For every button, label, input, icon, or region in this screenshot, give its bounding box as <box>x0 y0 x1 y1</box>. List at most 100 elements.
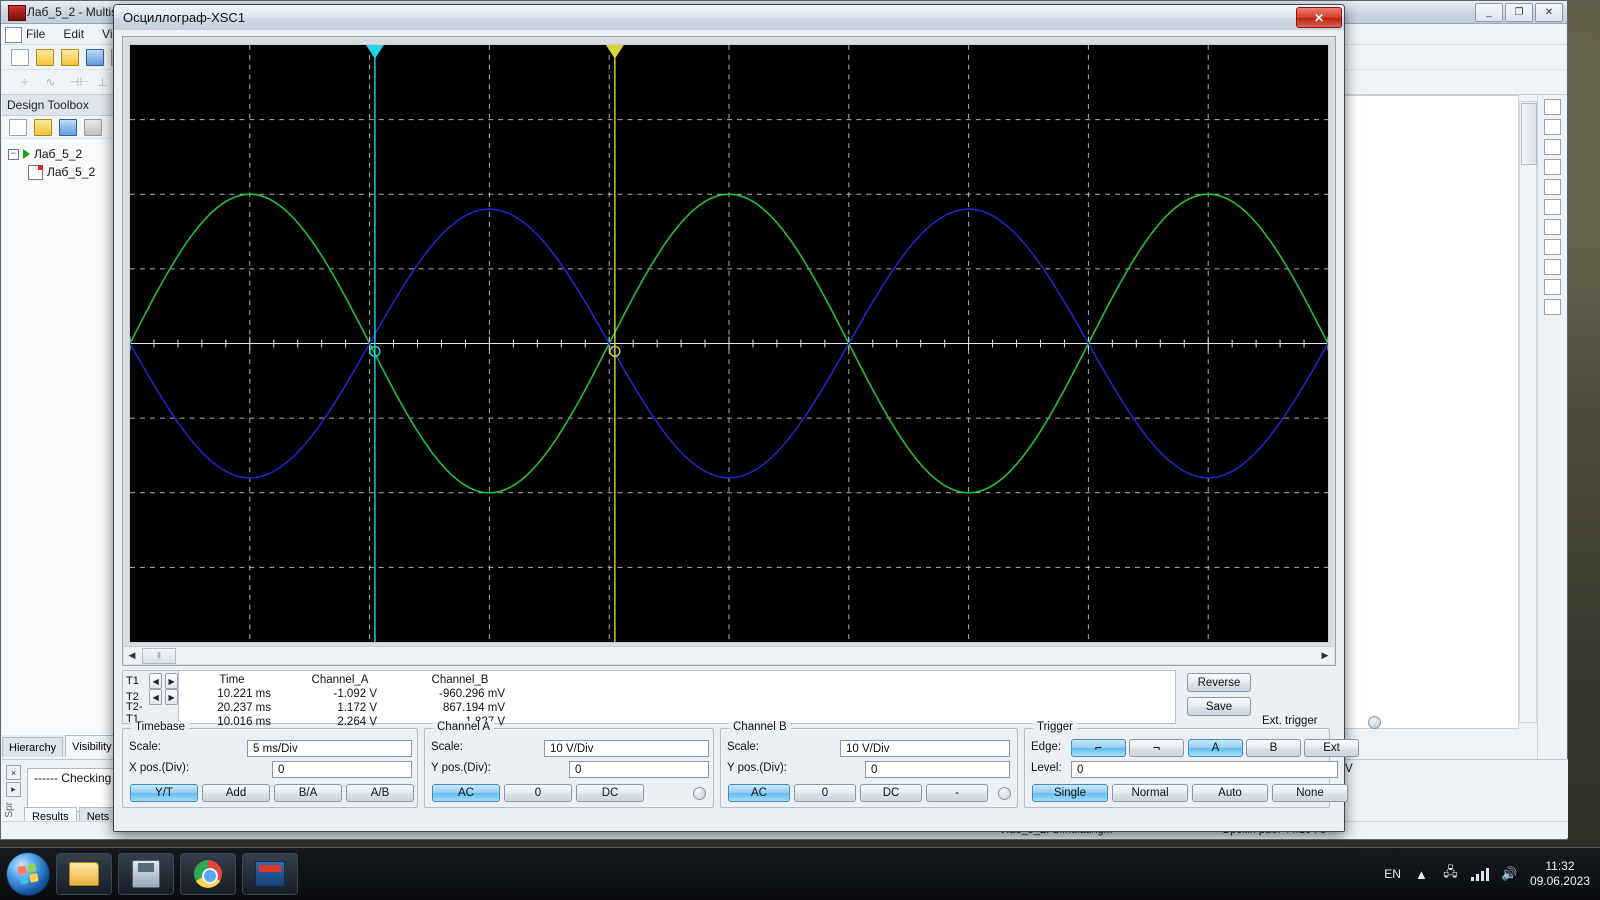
spreadsheet-collapse-button[interactable]: ▸ <box>6 782 21 797</box>
save-sheet-icon[interactable] <box>59 118 77 136</box>
mode-ab-button[interactable]: A/B <box>346 784 414 802</box>
mode-yt-button[interactable]: Y/T <box>130 784 198 802</box>
start-button[interactable] <box>6 852 50 896</box>
cursor-t1-left-button[interactable]: ◀ <box>149 673 163 689</box>
close-button[interactable]: ✕ <box>1535 2 1563 22</box>
channel-a-legend: Channel A <box>433 721 495 733</box>
volume-icon[interactable]: 🔊 <box>1501 866 1518 882</box>
language-indicator[interactable]: EN <box>1384 867 1401 881</box>
expander-icon[interactable]: − <box>8 148 19 160</box>
channel-a-ypos-field[interactable]: 0 <box>569 761 709 778</box>
open-sheet-icon[interactable] <box>34 118 52 136</box>
trigger-normal-button[interactable]: Normal <box>1112 784 1188 802</box>
header-time: Time <box>219 673 245 686</box>
timebase-xpos-field[interactable]: 0 <box>272 761 412 778</box>
taskbar-item-save-app[interactable] <box>118 853 174 895</box>
oscilloscope-titlebar: Осциллограф-XSC1 ✕ <box>114 5 1344 31</box>
trigger-single-button[interactable]: Single <box>1032 784 1108 802</box>
properties-icon[interactable] <box>84 118 102 136</box>
ground-icon[interactable]: ÷ <box>17 75 32 89</box>
place-component-icon[interactable] <box>1543 99 1561 115</box>
scrollbar-thumb[interactable] <box>1521 103 1537 165</box>
tab-hierarchy[interactable]: Hierarchy <box>2 737 64 757</box>
place-wire-icon[interactable] <box>1543 139 1561 155</box>
table-row: 20.237 ms 1.172 V 867.194 mV <box>179 701 525 715</box>
rising-edge-icon[interactable]: ⌐ <box>1071 739 1126 757</box>
spreadsheet-close-button[interactable]: × <box>6 765 21 780</box>
scroll-thumb[interactable]: ⦀ <box>142 647 176 664</box>
tab-visibility[interactable]: Visibility <box>65 735 119 757</box>
channel-b-invert-button[interactable]: - <box>926 784 988 802</box>
cursor-t1-right-button[interactable]: ▶ <box>165 673 178 689</box>
tree-label-root: Лаб_5_2 <box>34 147 83 161</box>
tree-item-sheet[interactable]: Лаб_5_2 <box>8 163 115 181</box>
trigger-source-a-button[interactable]: A <box>1188 739 1243 757</box>
channel-b-group: Channel B Scale: 10 V/Div Y pos.(Div): 0… <box>720 721 1018 808</box>
show-hidden-icons-icon[interactable]: ▲ <box>1413 867 1430 882</box>
channel-b-terminal-icon[interactable] <box>998 787 1011 800</box>
taskbar-item-chrome[interactable] <box>180 853 236 895</box>
minimize-button[interactable]: _ <box>1475 2 1503 22</box>
place-bus-icon[interactable] <box>1543 159 1561 175</box>
function-generator-icon[interactable] <box>1543 219 1561 235</box>
t2-channel-a: 1.172 V <box>337 701 377 714</box>
trigger-none-button[interactable]: None <box>1272 784 1348 802</box>
scroll-left-icon[interactable]: ◀ <box>124 648 140 663</box>
menu-edit[interactable]: Edit <box>60 26 87 42</box>
transistor-icon[interactable]: ⊥ <box>95 75 110 89</box>
channel-a-scale-field[interactable]: 10 V/Div <box>544 740 709 757</box>
trigger-auto-button[interactable]: Auto <box>1192 784 1268 802</box>
wattmeter-icon[interactable] <box>1543 239 1561 255</box>
canvas-vertical-scrollbar[interactable] <box>1519 101 1537 723</box>
clock[interactable]: 11:32 09.06.2023 <box>1530 859 1590 889</box>
signal-icon[interactable] <box>1470 867 1489 881</box>
oscilloscope-screen[interactable] <box>129 44 1329 643</box>
falling-edge-icon[interactable]: ¬ <box>1129 739 1184 757</box>
oscilloscope-icon[interactable] <box>1543 259 1561 275</box>
channel-b-scale-field[interactable]: 10 V/Div <box>840 740 1010 757</box>
bode-plotter-icon[interactable] <box>1543 279 1561 295</box>
reverse-button[interactable]: Reverse <box>1187 673 1251 692</box>
cursor-t2-right-button[interactable]: ▶ <box>165 689 178 705</box>
save-icon[interactable] <box>86 48 104 66</box>
new-file-icon[interactable] <box>11 48 29 66</box>
scroll-right-icon[interactable]: ▶ <box>1317 648 1333 663</box>
open-design-icon[interactable] <box>61 48 79 66</box>
close-icon[interactable]: ✕ <box>1296 7 1342 28</box>
resistor-icon[interactable]: ∿ <box>43 75 58 89</box>
multimeter-icon[interactable] <box>1543 199 1561 215</box>
channel-b-gnd-button[interactable]: 0 <box>794 784 856 802</box>
trigger-source-b-button[interactable]: B <box>1246 739 1301 757</box>
menu-file[interactable]: File <box>23 26 48 42</box>
timebase-scale-field[interactable]: 5 ms/Div <box>247 740 412 757</box>
channel-a-ac-button[interactable]: AC <box>432 784 500 802</box>
frequency-counter-icon[interactable] <box>1543 299 1561 315</box>
channel-a-terminal-icon[interactable] <box>693 787 706 800</box>
floppy-disk-icon <box>132 860 160 888</box>
screen-horizontal-scrollbar[interactable]: ◀ ⦀ ▶ <box>124 646 1334 664</box>
mode-add-button[interactable]: Add <box>202 784 270 802</box>
channel-a-dc-button[interactable]: DC <box>576 784 644 802</box>
delta-time: 10.016 ms <box>217 715 271 728</box>
diode-icon[interactable]: ⊣⊢ <box>69 75 90 89</box>
timebase-group: Timebase Scale: 5 ms/Div X pos.(Div): 0 … <box>122 721 418 808</box>
network-icon[interactable]: 🖧 <box>1442 864 1459 882</box>
maximize-button[interactable]: ❐ <box>1505 2 1533 22</box>
new-sheet-icon[interactable] <box>9 118 27 136</box>
channel-b-dc-button[interactable]: DC <box>860 784 922 802</box>
trigger-level-field[interactable]: 0 <box>1071 761 1338 778</box>
channel-a-gnd-button[interactable]: 0 <box>504 784 572 802</box>
taskbar-item-explorer[interactable] <box>56 853 112 895</box>
place-text-icon[interactable] <box>1543 179 1561 195</box>
open-file-icon[interactable] <box>36 48 54 66</box>
channel-b-ypos-field[interactable]: 0 <box>865 761 1010 778</box>
place-junction-icon[interactable] <box>1543 119 1561 135</box>
mode-ba-button[interactable]: B/A <box>274 784 342 802</box>
channel-b-ac-button[interactable]: AC <box>728 784 790 802</box>
timebase-legend: Timebase <box>131 721 190 733</box>
taskbar-item-multisim[interactable] <box>242 853 298 895</box>
ext-trigger-terminal-icon[interactable] <box>1368 716 1381 729</box>
trigger-source-ext-button[interactable]: Ext <box>1304 739 1359 757</box>
tree-item-root[interactable]: − Лаб_5_2 <box>8 145 115 163</box>
save-button[interactable]: Save <box>1187 697 1251 716</box>
